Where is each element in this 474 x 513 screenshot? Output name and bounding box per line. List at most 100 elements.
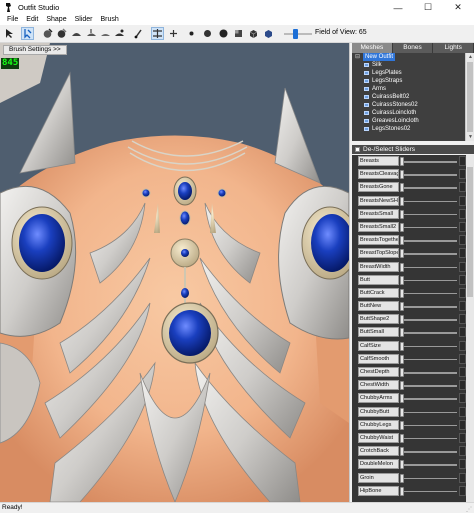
slider-thumb[interactable] — [400, 262, 404, 272]
slider-track[interactable] — [400, 345, 457, 348]
slider-value-field[interactable] — [459, 301, 466, 312]
cube-icon[interactable] — [263, 28, 274, 39]
field-of-view-thumb[interactable] — [293, 29, 298, 39]
slider-scroll-thumb[interactable] — [467, 167, 473, 297]
slider-track[interactable] — [400, 226, 457, 229]
close-button[interactable]: ✕ — [443, 0, 473, 15]
slider-name-button[interactable]: ChestDepth — [358, 367, 399, 377]
vertex-color-icon[interactable] — [248, 28, 259, 39]
tab-lights[interactable]: Lights — [433, 43, 474, 53]
tab-meshes[interactable]: Meshes — [352, 43, 393, 53]
slider-name-button[interactable]: ButtSmall — [358, 327, 399, 338]
scroll-thumb[interactable] — [467, 62, 473, 132]
slider-thumb[interactable] — [400, 315, 404, 325]
slider-track[interactable] — [400, 213, 457, 216]
deflate-brush-icon[interactable] — [71, 28, 82, 39]
slider-name-button[interactable]: BreastsSmall — [358, 208, 399, 219]
slider-value-field[interactable] — [459, 393, 466, 404]
slider-track[interactable] — [400, 398, 457, 400]
slider-track[interactable] — [400, 319, 457, 321]
slider-track[interactable] — [400, 372, 457, 374]
symmetry-icon[interactable] — [186, 28, 197, 39]
slider-track[interactable] — [400, 253, 457, 255]
menu-edit[interactable]: Edit — [22, 15, 42, 25]
slider-track[interactable] — [400, 279, 457, 282]
slider-value-field[interactable] — [459, 406, 466, 417]
brush-settings-button[interactable]: Brush Settings >> — [3, 45, 67, 55]
slider-value-field[interactable] — [459, 353, 466, 364]
slider-value-field[interactable] — [459, 446, 466, 457]
tree-item-mesh[interactable]: LegsStones02 — [352, 125, 465, 133]
slider-value-field[interactable] — [459, 182, 466, 193]
slider-thumb[interactable] — [400, 473, 404, 483]
weight-brush-icon[interactable] — [114, 28, 125, 39]
transform-icon[interactable] — [21, 27, 34, 40]
menu-brush[interactable]: Brush — [97, 15, 123, 25]
slider-value-field[interactable] — [459, 367, 466, 377]
slider-name-button[interactable]: ChubbyArms — [358, 393, 399, 404]
slider-value-field[interactable] — [459, 287, 466, 298]
slider-name-button[interactable]: ChubbyWaist — [358, 432, 399, 443]
slider-thumb[interactable] — [400, 288, 404, 298]
slider-name-button[interactable]: HipBone — [358, 485, 399, 496]
alpha-brush-icon[interactable] — [151, 27, 164, 40]
slider-value-field[interactable] — [459, 169, 466, 180]
slider-name-button[interactable]: ButtNew — [358, 301, 399, 312]
slider-track[interactable] — [400, 332, 457, 334]
select-all-checkbox[interactable] — [355, 147, 360, 152]
slider-thumb[interactable] — [400, 341, 404, 351]
scroll-down-icon[interactable]: ▼ — [466, 133, 474, 141]
tree-item-mesh[interactable]: Arms — [352, 85, 465, 93]
slider-value-field[interactable] — [459, 459, 466, 470]
menu-slider[interactable]: Slider — [71, 15, 97, 25]
slider-value-field[interactable] — [459, 314, 466, 325]
color-brush-icon[interactable] — [133, 28, 144, 39]
slider-track[interactable] — [400, 266, 457, 268]
slider-thumb[interactable] — [400, 236, 404, 246]
maximize-button[interactable]: ☐ — [413, 0, 443, 15]
slider-thumb[interactable] — [400, 486, 404, 496]
slider-name-button[interactable]: BreastsGone — [358, 182, 399, 193]
slider-track[interactable] — [400, 200, 457, 203]
slider-track[interactable] — [400, 451, 457, 453]
mesh-tree[interactable]: ⊟ New Outfit Silk LegsPlates LegsStraps Arm… — [352, 53, 465, 141]
slider-value-field[interactable] — [459, 419, 466, 430]
slider-name-button[interactable]: ChubbyLegs — [358, 419, 399, 430]
slider-track[interactable] — [400, 161, 457, 163]
slider-track[interactable] — [400, 385, 457, 387]
tree-item-mesh[interactable]: CuirassStones02 — [352, 101, 465, 109]
slider-thumb[interactable] — [400, 170, 404, 180]
slider-track[interactable] — [400, 292, 457, 295]
slider-value-field[interactable] — [459, 485, 466, 496]
deselect-sliders-header[interactable]: De-/Select Sliders — [352, 145, 474, 154]
slider-value-field[interactable] — [459, 432, 466, 443]
menu-shape[interactable]: Shape — [42, 15, 70, 25]
slider-list-scrollbar[interactable] — [466, 155, 474, 502]
slider-value-field[interactable] — [459, 261, 466, 272]
slider-thumb[interactable] — [400, 354, 404, 364]
slider-name-button[interactable]: BreastsSmall2 — [358, 221, 399, 232]
lighting-icon[interactable] — [218, 28, 229, 39]
slider-value-field[interactable] — [459, 156, 466, 166]
mesh-tree-scrollbar[interactable]: ▲ ▼ — [465, 53, 474, 141]
texture-icon[interactable] — [233, 28, 244, 39]
slider-track[interactable] — [400, 437, 457, 440]
scroll-up-icon[interactable]: ▲ — [466, 53, 474, 61]
slider-value-field[interactable] — [459, 248, 466, 259]
slider-thumb[interactable] — [400, 275, 404, 285]
slider-value-field[interactable] — [459, 274, 466, 285]
move-brush-icon[interactable] — [86, 28, 97, 39]
slider-track[interactable] — [400, 464, 457, 466]
slider-thumb[interactable] — [400, 249, 404, 259]
smooth-brush-icon[interactable] — [100, 28, 111, 39]
slider-value-field[interactable] — [459, 340, 466, 351]
slider-track[interactable] — [400, 187, 457, 189]
slider-track[interactable] — [400, 306, 457, 308]
slider-track[interactable] — [400, 358, 457, 361]
wireframe-icon[interactable] — [202, 28, 213, 39]
tree-item-mesh[interactable]: CuirassBelt02 — [352, 93, 465, 101]
slider-value-field[interactable] — [459, 472, 466, 483]
select-brush-icon[interactable] — [4, 28, 15, 39]
slider-value-field[interactable] — [459, 327, 466, 338]
slider-name-button[interactable]: ChestWidth — [358, 380, 399, 391]
